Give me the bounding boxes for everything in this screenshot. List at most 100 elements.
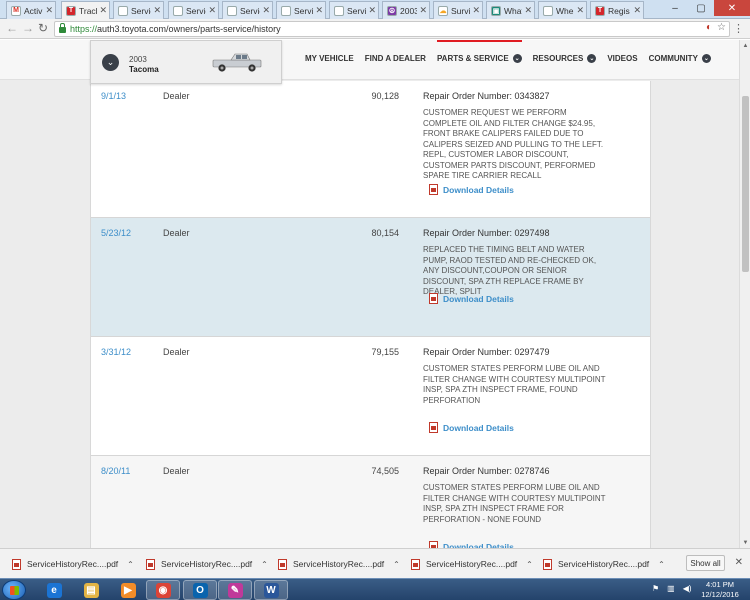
browser-tab[interactable]: Whe ✕ — [538, 1, 587, 19]
tab-close-icon[interactable]: ✕ — [633, 5, 641, 16]
tab-title: Servic — [240, 5, 260, 16]
browser-menu-icon[interactable]: ⋮ — [733, 22, 744, 35]
tab-close-icon[interactable]: ✕ — [368, 5, 376, 16]
tab-close-icon[interactable]: ✕ — [153, 5, 161, 16]
paint-taskbar-button[interactable]: ✎ — [218, 580, 252, 600]
download-item[interactable]: ServiceHistoryRec....pdf ⌃ — [411, 556, 533, 572]
service-mileage: 74,505 — [371, 466, 399, 476]
page-scrollbar[interactable]: ▲ ▼ — [739, 40, 750, 548]
reload-icon[interactable]: ↻ — [38, 21, 48, 35]
back-icon[interactable]: ← — [6, 21, 18, 35]
scroll-thumb[interactable] — [742, 96, 749, 272]
download-details-link[interactable]: Download Details — [429, 422, 514, 433]
truck-image — [212, 53, 262, 72]
file-explorer-taskbar-button[interactable]: ▤ — [74, 580, 108, 600]
download-item[interactable]: ServiceHistoryRec....pdf ⌃ — [278, 556, 400, 572]
nav-item[interactable]: RESOURCES ⌄ — [533, 54, 597, 63]
browser-tab[interactable]: ☮ 2003 ✕ — [382, 1, 430, 19]
url-text: https://auth3.toyota.com/owners/parts-se… — [70, 24, 281, 34]
tab-favicon-icon — [173, 5, 183, 16]
bookmark-star-icon[interactable]: ☆ — [717, 22, 726, 33]
forward-icon[interactable]: → — [22, 21, 34, 35]
tab-close-icon[interactable]: ✕ — [315, 5, 323, 16]
tab-close-icon[interactable]: ✕ — [208, 5, 216, 16]
word-taskbar-button[interactable]: W — [254, 580, 288, 600]
extension-icon[interactable]: ◐ — [706, 22, 712, 33]
nav-item[interactable]: PARTS & SERVICE ⌄ — [436, 40, 522, 63]
chevron-up-icon[interactable]: ⌃ — [658, 560, 665, 569]
minimize-icon[interactable]: – — [662, 0, 688, 16]
pdf-icon — [429, 422, 438, 433]
nav-item[interactable]: VIDEOS — [607, 54, 637, 63]
service-date-link[interactable]: 5/23/12 — [101, 228, 131, 238]
chevron-down-icon[interactable]: ⌄ — [587, 54, 597, 63]
window-close-icon[interactable]: ✕ — [714, 0, 750, 16]
service-record-row: 9/1/13 Dealer 90,128 Repair Order Number: 0… — [91, 81, 650, 218]
media-player-taskbar-button[interactable]: ▶ — [111, 580, 145, 600]
tab-title: 2003 — [400, 5, 418, 16]
browser-tab[interactable]: M Activ ✕ — [6, 1, 56, 19]
scroll-up-icon[interactable]: ▲ — [740, 40, 750, 51]
tab-close-icon[interactable]: ✕ — [524, 5, 532, 16]
volume-icon[interactable]: ◀) — [683, 584, 692, 593]
browser-tab[interactable]: Servic✕ — [276, 1, 326, 19]
address-bar: ← → ↻ https://auth3.toyota.com/owners/pa… — [0, 19, 750, 39]
start-button[interactable] — [2, 580, 26, 600]
download-filename: ServiceHistoryRec....pdf — [426, 559, 518, 569]
tab-close-icon[interactable]: ✕ — [262, 5, 270, 16]
nav-item[interactable]: FIND A DEALER — [365, 54, 426, 63]
browser-tab[interactable]: ▣ What ✕ — [486, 1, 535, 19]
browser-tab[interactable]: Servic✕ — [329, 1, 379, 19]
chevron-up-icon[interactable]: ⌃ — [127, 560, 134, 569]
nav-item-label: RESOURCES — [532, 54, 584, 63]
service-date-link[interactable]: 9/1/13 — [101, 91, 126, 101]
maximize-icon[interactable]: ▢ — [688, 0, 714, 16]
outlook-taskbar-button[interactable]: O — [183, 580, 217, 600]
browser-tab[interactable]: ☁Surviv✕ — [433, 1, 483, 19]
browser-tab[interactable]: Servic✕ — [222, 1, 273, 19]
download-details-link[interactable]: Download Details — [429, 184, 514, 195]
vehicle-selector[interactable]: ⌄ 2003 Tacoma — [90, 40, 282, 84]
network-icon[interactable]: ▥ — [667, 584, 675, 593]
chrome-taskbar-button[interactable]: ◉ — [146, 580, 180, 600]
chevron-up-icon[interactable]: ⌃ — [393, 560, 400, 569]
tab-title: What — [504, 5, 523, 16]
download-details-label: Download Details — [443, 184, 514, 195]
download-details-link[interactable]: Download Details — [429, 541, 514, 548]
nav-item[interactable]: COMMUNITY ⌄ — [649, 54, 711, 63]
chevron-down-icon[interactable]: ⌄ — [701, 54, 711, 63]
download-item[interactable]: ServiceHistoryRec....pdf ⌃ — [12, 556, 134, 572]
show-all-button[interactable]: Show all — [686, 555, 725, 571]
system-clock[interactable]: 4:01 PM 12/12/2016 — [698, 580, 742, 600]
tab-close-icon[interactable]: ✕ — [576, 5, 584, 16]
tab-favicon-icon — [118, 5, 128, 16]
chevron-down-icon[interactable]: ⌄ — [512, 54, 522, 63]
chevron-up-icon[interactable]: ⌃ — [261, 560, 268, 569]
tab-close-icon[interactable]: ✕ — [472, 5, 480, 16]
download-details-label: Download Details — [443, 293, 514, 304]
tab-close-icon[interactable]: ✕ — [99, 5, 107, 16]
tab-close-icon[interactable]: ✕ — [45, 5, 53, 16]
page-viewport: MY VEHICLE FIND A DEALER PARTS & SERVICE ⌄ R… — [0, 40, 739, 548]
chevron-down-icon[interactable]: ⌄ — [102, 54, 119, 71]
omnibox-actions: ◐ ☆ — [706, 22, 726, 33]
browser-tab[interactable]: Servic✕ — [113, 1, 164, 19]
vehicle-year: 2003 — [129, 55, 147, 64]
scroll-down-icon[interactable]: ▼ — [740, 537, 750, 548]
service-mileage: 90,128 — [371, 91, 399, 101]
browser-tab[interactable]: T Regis ✕ — [590, 1, 644, 19]
service-date-link[interactable]: 8/20/11 — [101, 466, 130, 476]
browser-tab[interactable]: Servic✕ — [168, 1, 219, 19]
url-input[interactable]: https://auth3.toyota.com/owners/parts-se… — [54, 21, 730, 37]
flag-icon[interactable]: ⚑ — [652, 584, 659, 593]
close-icon[interactable]: ✕ — [735, 557, 743, 568]
service-date-link[interactable]: 3/31/12 — [101, 347, 131, 357]
nav-item[interactable]: MY VEHICLE — [305, 54, 354, 63]
browser-tab[interactable]: TTrack✕ — [61, 1, 110, 19]
download-item[interactable]: ServiceHistoryRec....pdf ⌃ — [543, 556, 665, 572]
tab-close-icon[interactable]: ✕ — [419, 5, 427, 16]
chevron-up-icon[interactable]: ⌃ — [526, 560, 533, 569]
internet-explorer-taskbar-button[interactable]: e — [37, 580, 71, 600]
download-item[interactable]: ServiceHistoryRec....pdf ⌃ — [146, 556, 268, 572]
download-details-link[interactable]: Download Details — [429, 293, 514, 304]
